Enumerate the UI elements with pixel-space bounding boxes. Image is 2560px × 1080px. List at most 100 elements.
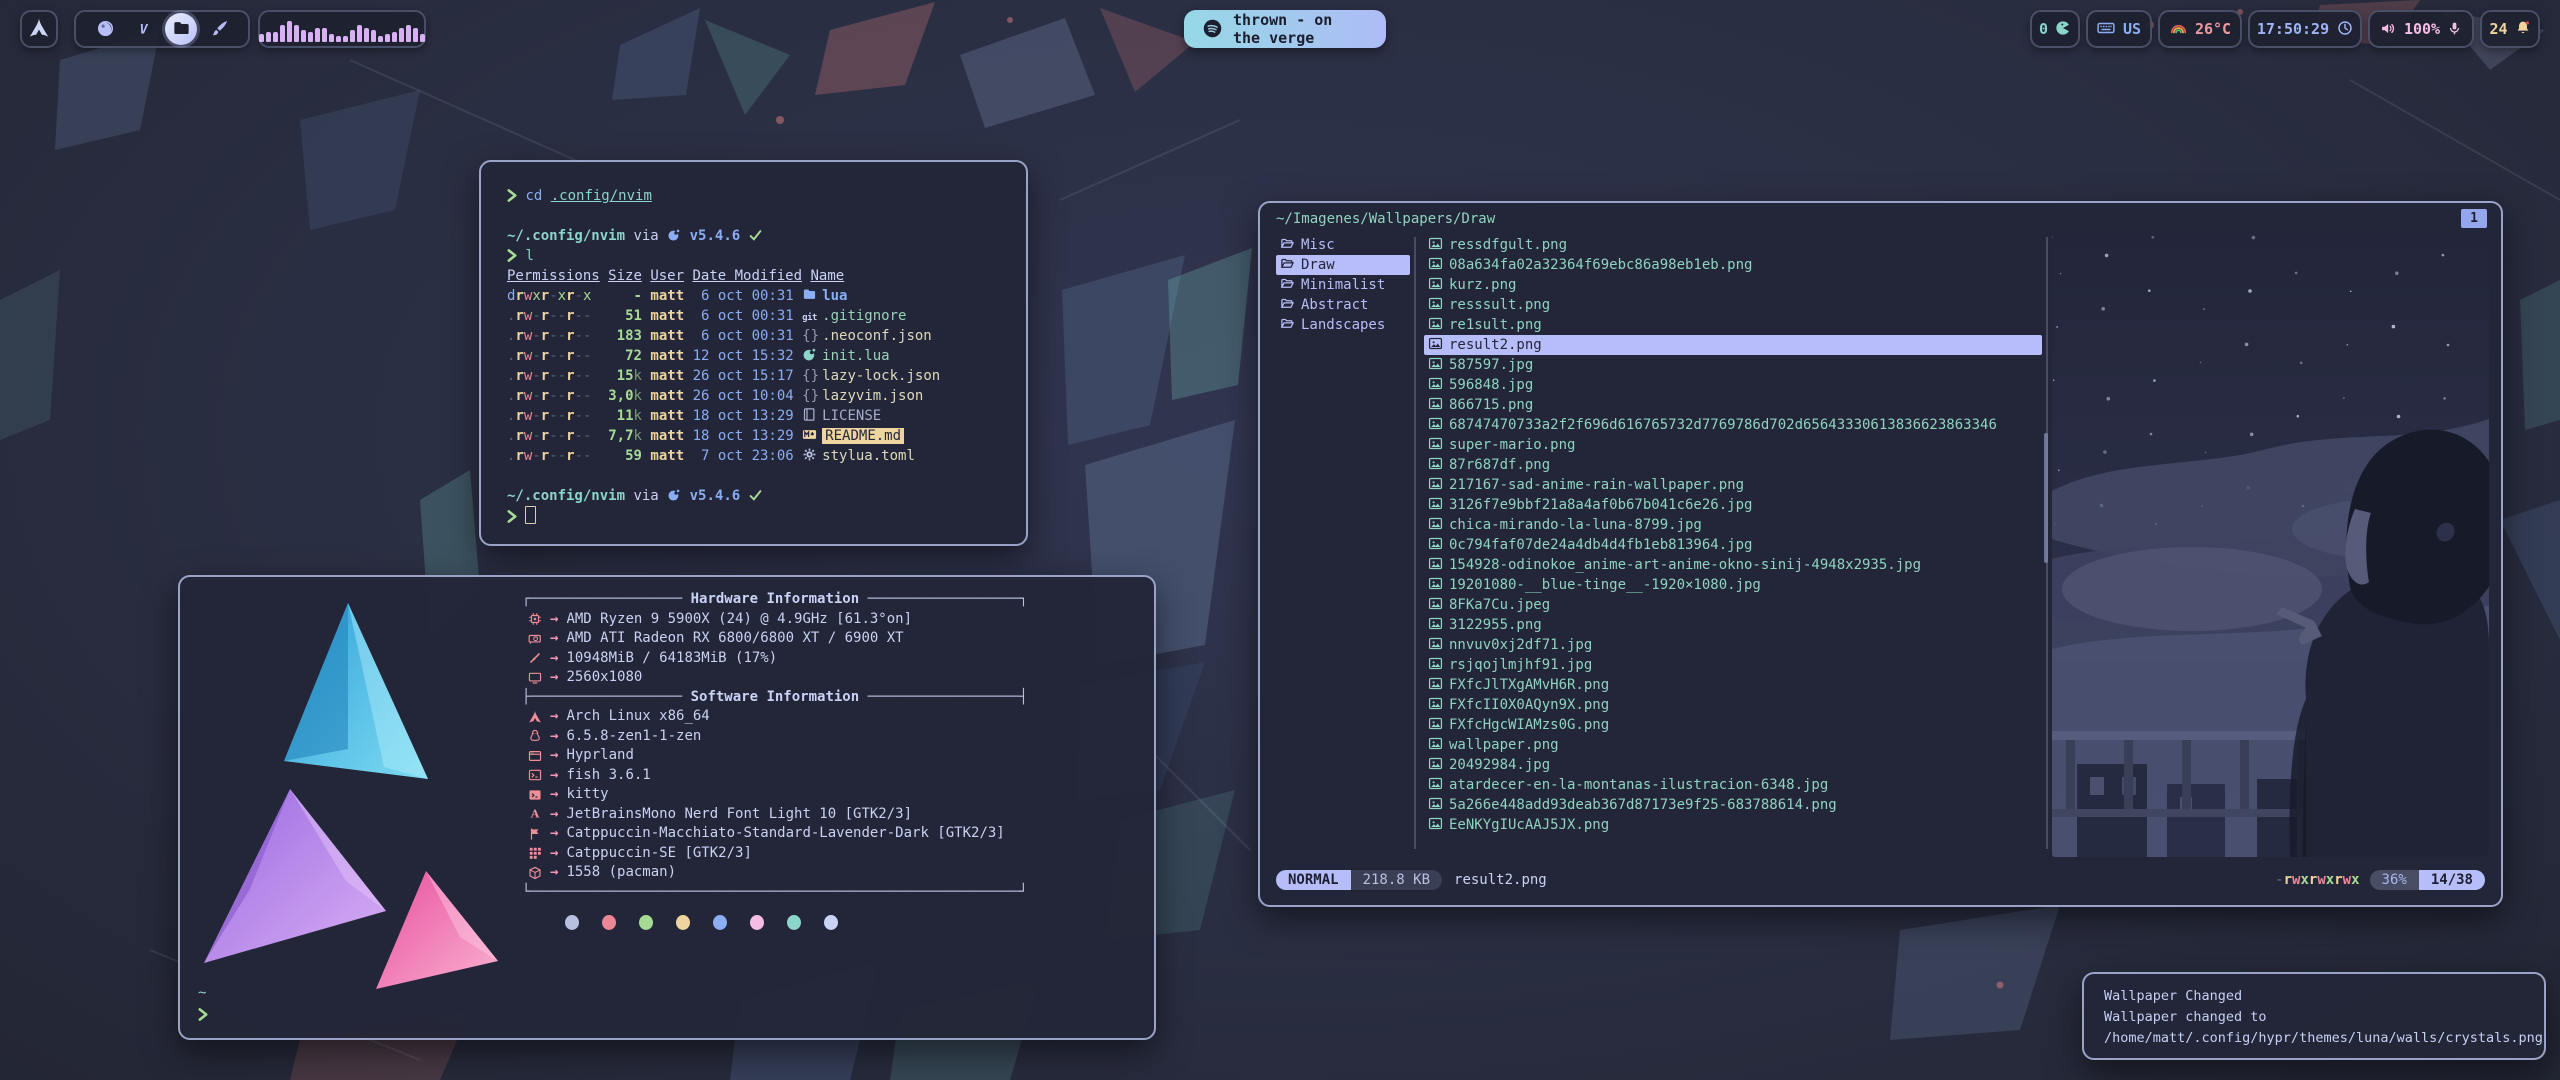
font-icon: A <box>522 807 548 821</box>
file-row[interactable]: 5a266e448add93deab367d87173e9f25-6837886… <box>1424 795 2042 815</box>
file-manager-window[interactable]: ~/Imagenes/Wallpapers/Draw 1 MiscDrawMin… <box>1258 201 2503 907</box>
music-player-pill[interactable]: thrown - on the verge <box>1184 10 1386 48</box>
firefox-icon <box>96 19 115 39</box>
image-file-icon <box>1428 495 1443 515</box>
pacman-icon <box>2055 20 2071 38</box>
image-file-icon <box>1428 555 1443 575</box>
launcher-button[interactable] <box>20 10 58 48</box>
workspace-brush[interactable] <box>203 13 235 45</box>
weather-module[interactable]: 26°C <box>2158 10 2242 48</box>
file-row[interactable]: chica-mirando-la-luna-8799.jpg <box>1424 515 2042 535</box>
image-file-icon <box>1428 675 1443 695</box>
file-row[interactable]: ressdfgult.png <box>1424 235 2042 255</box>
file-row[interactable]: 8FKa7Cu.jpeg <box>1424 595 2042 615</box>
workspace-folder[interactable] <box>165 13 197 45</box>
file-row[interactable]: 08a634fa02a32364f69ebc86a98eb1eb.png <box>1424 255 2042 275</box>
theme-icon <box>522 827 548 841</box>
fetch-info-row: →10948MiB / 64183MiB (17%) <box>522 649 1028 669</box>
lua-icon <box>667 228 681 244</box>
file-row[interactable]: 68747470733a2f2f696d616765732d7769786d70… <box>1424 415 2042 435</box>
file-row[interactable]: 3122955.png <box>1424 615 2042 635</box>
file-row[interactable]: result2.png <box>1424 335 2042 355</box>
fetch-info-row: →6.5.8-zen1-1-zen <box>522 727 1028 747</box>
image-file-icon <box>1428 635 1443 655</box>
image-file-icon <box>1428 775 1443 795</box>
file-row[interactable]: 3126f7e9bbf21a8a4af0b67b041c6e26.jpg <box>1424 495 2042 515</box>
notifications-module[interactable]: 24 <box>2480 10 2540 48</box>
file-row[interactable]: rsjqojlmjhf91.jpg <box>1424 655 2042 675</box>
file-row[interactable]: super-mario.png <box>1424 435 2042 455</box>
file-row[interactable]: 154928-odinokoe_anime-art-anime-okno-sin… <box>1424 555 2042 575</box>
file-row[interactable]: 866715.png <box>1424 395 2042 415</box>
file-row[interactable]: 19201080-__blue-tinge__-1920×1080.jpg <box>1424 575 2042 595</box>
file-row[interactable]: kurz.png <box>1424 275 2042 295</box>
file-row[interactable]: resssult.png <box>1424 295 2042 315</box>
fetch-info-row: →AMD Ryzen 9 5900X (24) @ 4.9GHz [61.3°o… <box>522 610 1028 630</box>
sidebar-directory[interactable]: Landscapes <box>1276 315 1410 335</box>
sidebar-directory[interactable]: Misc <box>1276 235 1410 255</box>
workspace-vim[interactable]: V <box>127 13 159 45</box>
fetch-info-row: →fish 3.6.1 <box>522 766 1028 786</box>
fetch-info-row: →Catppuccin-SE [GTK2/3] <box>522 844 1028 864</box>
fetch-prompt[interactable]: ~ <box>198 982 208 1026</box>
image-file-icon <box>1428 755 1443 775</box>
terminal-context-line: ~/.config/nvim via v5.4.6 <box>507 226 1000 246</box>
file-row[interactable]: re1sult.png <box>1424 315 2042 335</box>
file-row[interactable]: FXfcII0X0AQyn9X.png <box>1424 695 2042 715</box>
keyboard-layout-module[interactable]: US <box>2086 10 2152 48</box>
cava-bar <box>336 36 341 41</box>
file-row[interactable]: 20492984.jpg <box>1424 755 2042 775</box>
cava-bar <box>364 28 369 42</box>
terminal-prompt-line[interactable] <box>507 506 1000 526</box>
file-row[interactable]: wallpaper.png <box>1424 735 2042 755</box>
audio-module[interactable]: 100% <box>2368 10 2474 48</box>
preview-image <box>2052 229 2489 857</box>
sidebar-directory[interactable]: Abstract <box>1276 295 1410 315</box>
fetch-window[interactable]: ┌────────────────── Hardware Information… <box>178 575 1156 1040</box>
terminal-context-line: ~/.config/nvim via v5.4.6 <box>507 486 1000 506</box>
file-row[interactable]: 0c794faf07de24a4db4d4fb1eb813964.jpg <box>1424 535 2042 555</box>
sidebar-directory[interactable]: Minimalist <box>1276 275 1410 295</box>
notification-popup[interactable]: Wallpaper Changed Wallpaper changed to /… <box>2082 972 2546 1060</box>
file-row[interactable]: 217167-sad-anime-rain-wallpaper.png <box>1424 475 2042 495</box>
clock-time: 17:50:29 <box>2257 20 2329 38</box>
image-file-icon <box>1428 455 1443 475</box>
image-file-icon <box>1428 355 1443 375</box>
scrollbar[interactable] <box>2044 433 2048 563</box>
updates-module[interactable]: 0 <box>2030 10 2080 48</box>
memory-icon <box>522 651 548 665</box>
image-file-icon <box>1428 595 1443 615</box>
lua-icon <box>667 488 681 504</box>
palette-dot <box>824 915 838 930</box>
file-row[interactable]: FXfcHgcWIAMzs0G.png <box>1424 715 2042 735</box>
file-row[interactable]: EeNKYgIUcAAJ5JX.png <box>1424 815 2042 835</box>
terminal-window[interactable]: cd .config/nvim ~/.config/nvim via v5.4.… <box>479 160 1028 546</box>
sidebar-directory[interactable]: Draw <box>1276 255 1410 275</box>
file-row[interactable]: 87r687df.png <box>1424 455 2042 475</box>
scroll-percent: 36% <box>2370 870 2419 890</box>
tab-badge[interactable]: 1 <box>2461 209 2487 228</box>
clock-icon <box>2337 20 2353 38</box>
notification-count: 24 <box>2489 20 2507 38</box>
file-row[interactable]: atardecer-en-la-montanas-ilustracion-634… <box>1424 775 2042 795</box>
cava-bars <box>247 8 437 51</box>
markdown-icon <box>802 426 822 446</box>
clock-module[interactable]: 17:50:29 <box>2248 10 2362 48</box>
palette-dot <box>602 915 616 930</box>
cava-bar <box>322 28 327 42</box>
cava-bar <box>357 25 362 41</box>
file-row[interactable]: 587597.jpg <box>1424 355 2042 375</box>
file-row[interactable]: 596848.jpg <box>1424 375 2042 395</box>
folder-icon <box>172 19 191 39</box>
status-bar: NORMAL218.8 KB result2.png -rwxrwxrwx 36… <box>1276 867 2485 893</box>
file-row[interactable]: nnvuv0xj2df71.jpg <box>1424 635 2042 655</box>
workspace-firefox[interactable] <box>89 13 121 45</box>
section-title: ┌────────────────── Hardware Information… <box>522 590 1028 610</box>
cava-bar <box>420 34 425 41</box>
shell-icon <box>522 768 548 782</box>
fetch-info-row: →kitty <box>522 785 1028 805</box>
file-row[interactable]: FXfcJlTXgAMvH6R.png <box>1424 675 2042 695</box>
ls-row: .rw-r--r-- 15k matt 26 oct 15:17 {}lazy-… <box>507 366 1000 386</box>
terminal-icon <box>522 788 548 802</box>
image-file-icon <box>1428 655 1443 675</box>
